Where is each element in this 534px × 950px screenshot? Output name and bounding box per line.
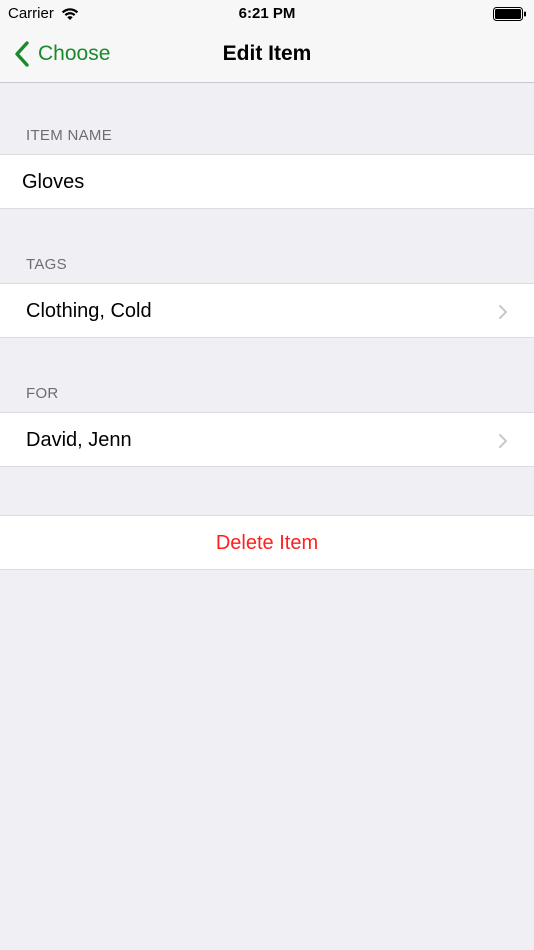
- tags-header: TAGS: [26, 256, 67, 273]
- battery-icon: [493, 7, 526, 21]
- page-title: Edit Item: [222, 42, 312, 65]
- status-bar: Carrier 6:21 PM: [0, 0, 534, 28]
- item-name-input[interactable]: [22, 167, 502, 197]
- for-header: FOR: [26, 385, 59, 402]
- delete-item-label: Delete Item: [215, 532, 319, 554]
- delete-item-button[interactable]: Delete Item: [0, 515, 534, 570]
- tags-value: Clothing, Cold: [26, 300, 152, 322]
- status-time: 6:21 PM: [238, 5, 296, 22]
- item-name-cell: [0, 154, 534, 209]
- navigation-bar: Choose Edit Item: [0, 28, 534, 83]
- chevron-right-icon: [499, 305, 507, 319]
- for-row[interactable]: David, Jenn: [0, 412, 534, 467]
- item-name-header: ITEM NAME: [26, 127, 113, 144]
- tags-row[interactable]: Clothing, Cold: [0, 283, 534, 338]
- chevron-right-icon: [499, 434, 507, 448]
- for-value: David, Jenn: [26, 429, 132, 451]
